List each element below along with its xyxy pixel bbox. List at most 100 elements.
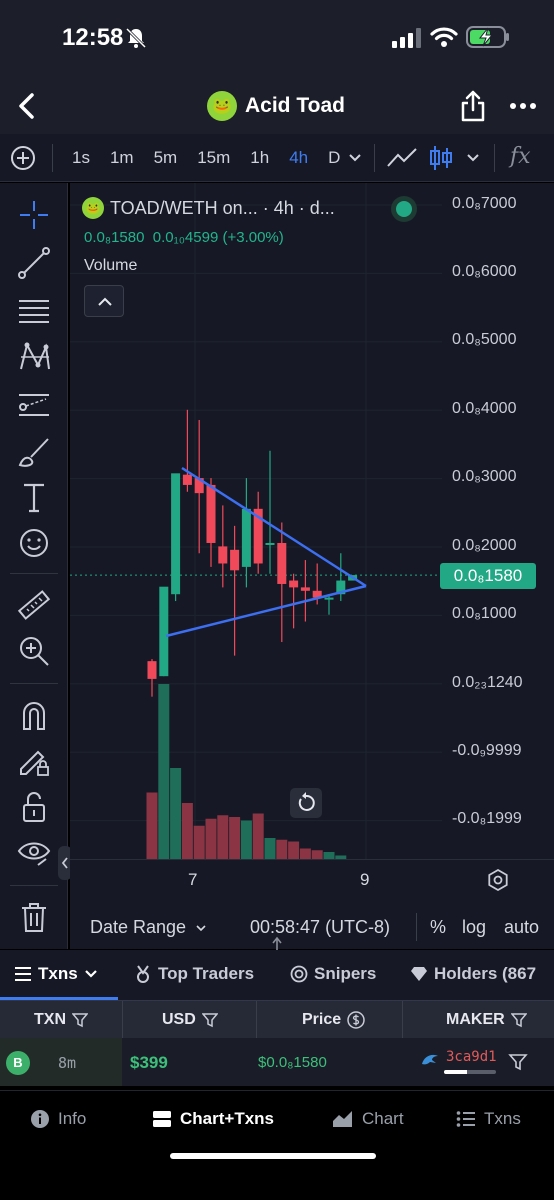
share-icon[interactable]	[458, 88, 488, 124]
maker-address[interactable]: 3ca9d1	[446, 1049, 497, 1065]
ruler-icon[interactable]	[16, 587, 52, 623]
col-maker[interactable]: MAKER	[446, 1011, 527, 1029]
tab-snipers[interactable]: Snipers	[290, 964, 376, 984]
crosshair-icon[interactable]	[16, 197, 52, 233]
candle-body[interactable]	[159, 586, 169, 677]
legend-price-change: 0.0₈1580 0.0₁₀4599 (+3.00%)	[84, 229, 284, 246]
candle-body[interactable]	[230, 549, 240, 571]
pattern-icon[interactable]	[16, 339, 52, 375]
price-chart[interactable]: 🐸 TOAD/WETH on... · 4h · d... 0.0₈1580 0…	[70, 183, 554, 949]
trend-line-icon[interactable]	[16, 245, 52, 281]
zoom-in-icon[interactable]	[16, 633, 52, 669]
brush-icon[interactable]	[16, 433, 52, 469]
tab-txns[interactable]: Txns	[14, 964, 98, 984]
interval-selector: 1s 1m 5m 15m 1h 4h D	[72, 148, 360, 168]
interval-1h[interactable]: 1h	[250, 148, 269, 168]
candle-body[interactable]	[324, 597, 334, 600]
nav-info[interactable]: Info	[30, 1109, 86, 1129]
interval-1s[interactable]: 1s	[72, 148, 90, 168]
time-axis[interactable]: 7 9	[70, 859, 554, 899]
filter-icon[interactable]	[508, 1052, 528, 1072]
back-icon[interactable]	[12, 88, 44, 124]
unlock-icon[interactable]	[16, 789, 52, 825]
candle-body[interactable]	[171, 473, 181, 595]
fib-retracement-icon[interactable]	[16, 293, 52, 329]
wifi-icon	[430, 27, 458, 47]
price-axis[interactable]: 0.0₈7000 0.0₈6000 0.0₈5000 0.0₈4000 0.0₈…	[442, 183, 554, 873]
token-logo: 🐸	[207, 91, 237, 121]
volume-legend[interactable]: Volume	[84, 257, 137, 275]
nav-label: Chart	[362, 1109, 404, 1128]
interval-d[interactable]: D	[328, 148, 340, 168]
candle-body[interactable]	[241, 508, 251, 567]
emoji-icon[interactable]	[16, 525, 52, 561]
trend-line-lower[interactable]	[165, 584, 367, 638]
volume-bar	[264, 838, 276, 859]
candle-body[interactable]	[182, 474, 192, 485]
auto-scale-toggle[interactable]: auto	[504, 917, 539, 938]
percent-scale-toggle[interactable]: %	[430, 917, 446, 938]
price-label: 0.0₂₃1240	[452, 674, 523, 691]
col-label: MAKER	[446, 1011, 505, 1028]
magnet-icon[interactable]	[16, 697, 52, 733]
nav-chart[interactable]: Chart	[332, 1109, 404, 1129]
volume-bar	[181, 803, 193, 859]
buy-badge: B	[6, 1051, 30, 1075]
interval-5m[interactable]: 5m	[154, 148, 178, 168]
maker-holding-fill	[444, 1070, 468, 1074]
interval-15m[interactable]: 15m	[197, 148, 230, 168]
indicators-fx-icon[interactable]: fx	[510, 144, 540, 172]
table-row[interactable]: B 8m $399 $0.0₈1580 3ca9d1	[0, 1038, 554, 1086]
tab-top-traders[interactable]: Top Traders	[134, 964, 254, 984]
more-icon[interactable]	[508, 94, 538, 118]
volume-bar	[229, 817, 241, 859]
reset-chart-button[interactable]	[290, 788, 322, 818]
candle-body[interactable]	[300, 587, 310, 591]
col-usd[interactable]: USD	[162, 1011, 218, 1029]
trash-icon[interactable]	[16, 899, 52, 935]
eye-icon[interactable]	[16, 835, 52, 871]
volume-bar	[193, 825, 205, 859]
text-icon[interactable]	[16, 479, 52, 515]
candlestick-icon[interactable]	[428, 144, 454, 172]
line-chart-icon[interactable]	[386, 146, 418, 170]
chevron-down-icon[interactable]	[466, 152, 480, 164]
interval-4h[interactable]: 4h	[289, 148, 308, 168]
price-label: 0.0₈4000	[452, 400, 517, 417]
nav-chart-txns[interactable]: Chart+Txns	[152, 1109, 274, 1129]
candle-body[interactable]	[218, 546, 228, 564]
chevron-down-icon	[196, 925, 206, 932]
date-range-button[interactable]: Date Range	[90, 917, 207, 938]
lock-drawing-icon[interactable]	[16, 743, 52, 779]
candle-body[interactable]	[277, 542, 287, 584]
volume-bar	[299, 848, 311, 859]
forecast-icon[interactable]	[16, 387, 52, 423]
candle-body[interactable]	[206, 484, 216, 543]
legend-pair[interactable]: TOAD/WETH on... · 4h · d...	[110, 198, 335, 219]
tab-label: Snipers	[314, 964, 377, 983]
col-txn[interactable]: TXN	[34, 1011, 88, 1029]
tab-label: Top Traders	[158, 964, 255, 983]
tab-holders[interactable]: Holders (867	[410, 964, 536, 984]
status-bar: 12:58	[0, 0, 554, 78]
candle-body[interactable]	[289, 580, 299, 588]
settings-icon[interactable]	[486, 868, 510, 892]
txn-age: 8m	[58, 1054, 77, 1072]
bottom-divider	[416, 913, 417, 941]
candle-body[interactable]	[147, 661, 157, 679]
txn-usd: $399	[130, 1053, 168, 1072]
volume-bar	[288, 841, 300, 859]
col-price[interactable]: Price	[302, 1011, 365, 1029]
col-label: USD	[162, 1011, 196, 1028]
chevron-down-icon[interactable]	[348, 152, 362, 164]
legend-collapse-button[interactable]	[84, 285, 124, 317]
price-label: 0.0₈7000	[452, 195, 517, 212]
log-scale-toggle[interactable]: log	[462, 917, 486, 938]
toolbar-divider	[52, 144, 53, 172]
interval-1m[interactable]: 1m	[110, 148, 134, 168]
timezone-clock[interactable]: 00:58:47 (UTC-8)	[250, 917, 390, 938]
add-indicator-icon[interactable]	[10, 145, 36, 171]
filter-icon	[201, 1013, 218, 1028]
nav-txns[interactable]: Txns	[456, 1109, 521, 1129]
candle-body[interactable]	[265, 542, 275, 545]
